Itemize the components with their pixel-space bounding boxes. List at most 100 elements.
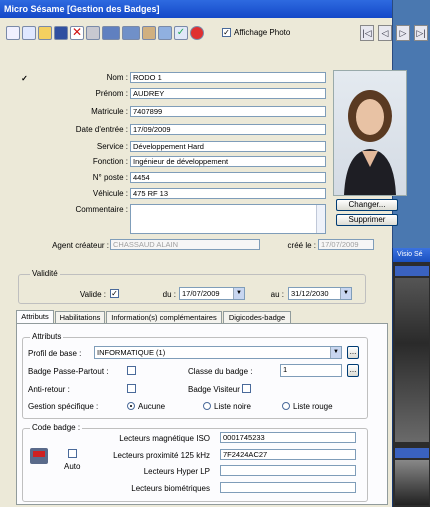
cree-le-label: créé le : — [287, 241, 316, 250]
card-icon[interactable] — [122, 26, 140, 40]
gestion-specifique-label: Gestion spécifique : — [28, 402, 99, 411]
affichage-photo-label: Affichage Photo — [234, 28, 291, 37]
classe-badge-label: Classe du badge : — [188, 367, 253, 376]
anti-retour-label: Anti-retour : — [28, 385, 70, 394]
user-icon[interactable] — [142, 26, 156, 40]
date-entree-label: Date d'entrée : — [75, 125, 128, 134]
main-window: Micro Sésame [Gestion des Badges] ✕ ✓ ✓ … — [0, 0, 428, 507]
tab-informations[interactable]: Information(s) complémentaires — [106, 311, 222, 323]
badge-visiteur-label: Badge Visiteur — [188, 385, 240, 394]
next-record-button[interactable]: ▷ — [396, 25, 410, 41]
stop-icon[interactable] — [190, 26, 204, 40]
fonction-field[interactable]: Ingénieur de développement — [130, 156, 326, 167]
new-icon[interactable] — [6, 26, 20, 40]
au-date-value: 31/12/2030 — [291, 289, 329, 298]
second-window: Visio Sé — [392, 248, 430, 507]
service-label: Service : — [96, 142, 128, 151]
nom-field[interactable]: RODO 1 — [130, 72, 326, 83]
camera-header-2 — [395, 448, 429, 458]
proximite-label: Lecteurs proximité 125 kHz — [113, 451, 210, 460]
gestion-liste-rouge-label: Liste rouge — [293, 402, 333, 411]
chevron-down-icon[interactable]: ▼ — [330, 347, 341, 358]
matricule-field[interactable]: 7407899 — [130, 106, 326, 117]
au-label: au : — [270, 290, 284, 299]
du-date-picker[interactable]: 17/07/2009 ▼ — [179, 287, 245, 300]
chevron-down-icon[interactable]: ▼ — [340, 288, 351, 299]
service-field[interactable]: Développement Hard — [130, 141, 326, 152]
auto-checkbox[interactable] — [68, 449, 77, 458]
supprimer-button[interactable]: Supprimer — [336, 214, 398, 226]
commentaire-field[interactable] — [130, 204, 326, 234]
nom-label: Nom : — [106, 73, 128, 82]
badge-visiteur-checkbox[interactable] — [242, 384, 251, 393]
valide-label: Valide : — [79, 290, 106, 299]
changer-button[interactable]: Changer... — [336, 199, 398, 211]
iso-field[interactable]: 0001745233 — [220, 432, 356, 443]
classe-badge-field[interactable]: 1 — [280, 364, 342, 377]
camera-header — [395, 266, 429, 276]
profil-base-label: Profil de base : — [28, 349, 82, 358]
prenom-field[interactable]: AUDREY — [130, 88, 326, 99]
gestion-aucune-label: Aucune — [138, 402, 166, 411]
profil-base-select[interactable]: INFORMATIQUE (1) ▼ — [94, 346, 342, 359]
validite-title: Validité — [30, 269, 60, 278]
proximite-field[interactable]: 7F2424AC27 — [220, 449, 356, 460]
vehicule-label: Véhicule : — [92, 189, 128, 198]
au-date-picker[interactable]: 31/12/2030 ▼ — [288, 287, 352, 300]
toolbar: ✕ ✓ ✓ Affichage Photo |◁ ◁ ▷ ▷| — [0, 22, 430, 48]
anti-retour-checkbox[interactable] — [127, 384, 136, 393]
agent-createur-label: Agent créateur : — [52, 241, 109, 250]
chevron-down-icon[interactable]: ▼ — [233, 288, 244, 299]
fonction-label: Fonction : — [92, 157, 128, 166]
agent-createur-field: CHASSAUD ALAIN — [110, 239, 260, 250]
affichage-photo-checkbox[interactable]: ✓ — [222, 28, 231, 37]
profil-base-value: INFORMATIQUE (1) — [97, 348, 166, 357]
date-entree-field[interactable]: 17/09/2009 — [130, 124, 326, 135]
gestion-liste-noire-label: Liste noire — [214, 402, 251, 411]
classe-browse-button[interactable]: ... — [347, 364, 359, 377]
open-icon[interactable] — [38, 26, 52, 40]
gestion-aucune-radio[interactable] — [127, 402, 135, 410]
auto-label: Auto — [64, 462, 81, 471]
window-title: Micro Sésame [Gestion des Badges] — [0, 0, 392, 18]
biometrique-label: Lecteurs biométriques — [131, 484, 210, 493]
person-photo-icon — [344, 90, 396, 195]
hyper-lp-field[interactable] — [220, 465, 356, 476]
gestion-liste-noire-radio[interactable] — [203, 402, 211, 410]
biometrique-field[interactable] — [220, 482, 356, 493]
matricule-label: Matricule : — [91, 107, 128, 116]
cree-le-field: 17/07/2009 — [318, 239, 374, 250]
du-label: du : — [162, 290, 176, 299]
badge-icon[interactable] — [102, 26, 120, 40]
prenom-label: Prénom : — [95, 89, 128, 98]
attributs-title: Attributs — [30, 332, 64, 341]
vehicule-field[interactable]: 475 RF 13 — [130, 188, 326, 199]
export-icon[interactable] — [158, 26, 172, 40]
record-check-icon: ✓ — [20, 74, 29, 84]
tab-digicodes[interactable]: Digicodes-badge — [223, 311, 291, 323]
copy-icon[interactable] — [22, 26, 36, 40]
profil-browse-button[interactable]: ... — [347, 346, 359, 359]
badge-photo — [333, 70, 407, 196]
poste-field[interactable]: 4454 — [130, 172, 326, 183]
du-date-value: 17/07/2009 — [182, 289, 220, 298]
tab-habilitations[interactable]: Habilitations — [55, 311, 105, 323]
last-record-button[interactable]: ▷| — [414, 25, 428, 41]
iso-label: Lecteurs magnétique ISO — [119, 434, 210, 443]
second-window-title: Visio Sé — [393, 248, 430, 262]
commentaire-scrollbar[interactable] — [316, 205, 325, 233]
code-badge-title: Code badge : — [30, 423, 83, 432]
first-record-button[interactable]: |◁ — [360, 25, 374, 41]
hyper-lp-label: Lecteurs Hyper LP — [143, 467, 210, 476]
poste-label: N° poste : — [92, 173, 128, 182]
tab-attributs[interactable]: Attributs — [16, 310, 54, 323]
valide-checkbox[interactable]: ✓ — [110, 289, 119, 298]
check-icon[interactable]: ✓ — [174, 26, 188, 40]
previous-record-button[interactable]: ◁ — [378, 25, 392, 41]
save-icon[interactable] — [54, 26, 68, 40]
badge-reader-icon — [30, 448, 48, 464]
delete-icon[interactable]: ✕ — [70, 26, 84, 40]
print-icon[interactable] — [86, 26, 100, 40]
gestion-liste-rouge-radio[interactable] — [282, 402, 290, 410]
passe-partout-checkbox[interactable] — [127, 366, 136, 375]
